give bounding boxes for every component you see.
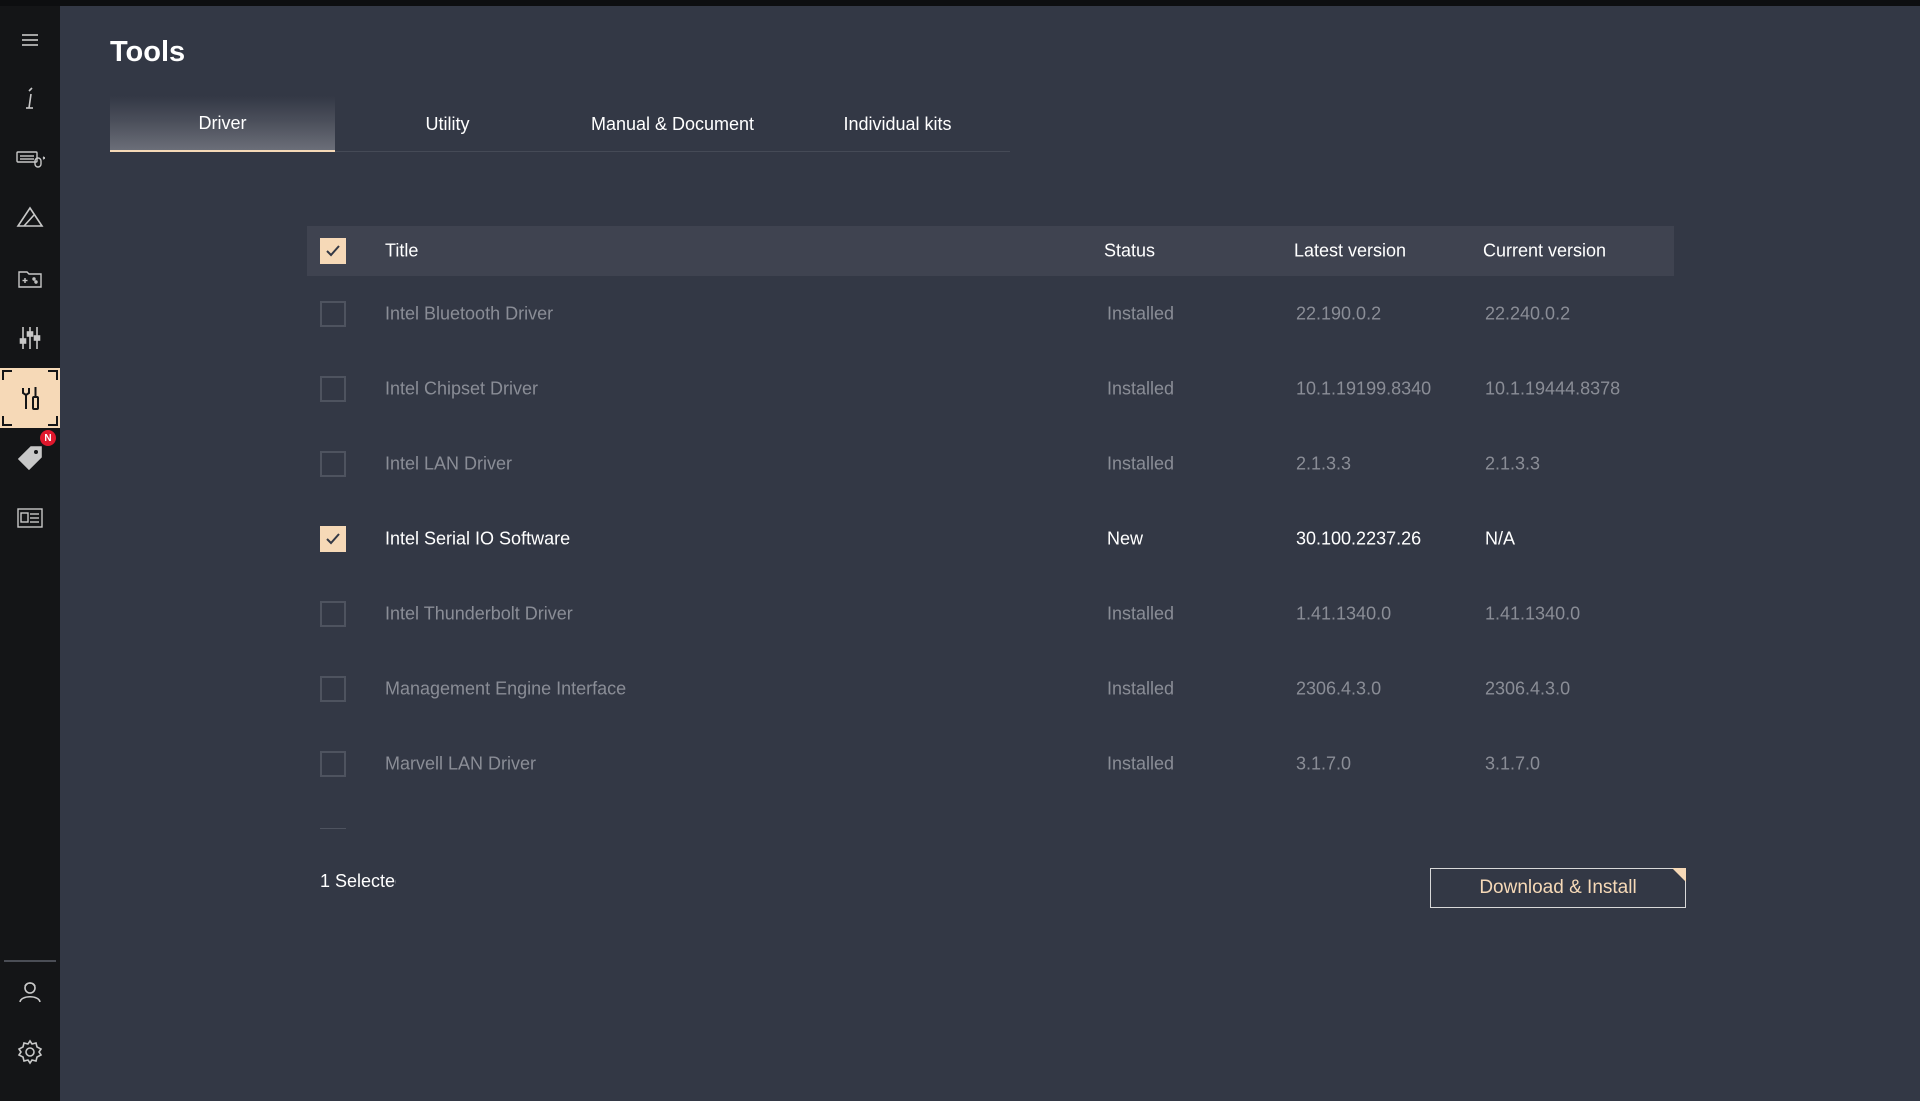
row-current-version: 1.41.1340.0: [1485, 603, 1581, 623]
row-title: Intel Thunderbolt Driver: [385, 603, 573, 623]
table-row[interactable]: Management Engine Interface Installed 23…: [307, 651, 1674, 726]
tab-utility[interactable]: Utility: [335, 96, 560, 152]
sidebar-item-tools[interactable]: [0, 368, 60, 428]
sidebar-item-settings-mixer[interactable]: [0, 308, 60, 368]
sidebar-item-settings[interactable]: [0, 1022, 60, 1082]
row-current-version: 10.1.19444.8378: [1485, 378, 1621, 398]
tab-manual-document[interactable]: Manual & Document: [560, 96, 785, 152]
row-checkbox[interactable]: [320, 525, 346, 552]
row-checkbox[interactable]: [320, 375, 346, 402]
row-latest-version: 1.41.1340.0: [1296, 603, 1392, 623]
header-latest-version[interactable]: Latest version: [1294, 241, 1406, 262]
row-latest-version: 10.1.19199.8340: [1296, 378, 1432, 398]
row-checkbox[interactable]: [320, 750, 346, 777]
row-latest-version: 30.100.2237.26: [1296, 528, 1422, 548]
select-all-checkbox[interactable]: [320, 238, 346, 264]
row-status: Installed: [1107, 453, 1175, 473]
table-row[interactable]: Intel Serial IO Software New 30.100.2237…: [307, 501, 1674, 576]
sidebar: N: [0, 6, 60, 1101]
row-checkbox[interactable]: [320, 675, 346, 702]
new-badge: N: [40, 430, 56, 446]
row-latest-version: 2.1.3.3: [1296, 453, 1352, 473]
row-title: Marvell LAN Driver: [385, 753, 537, 773]
row-status: Installed: [1107, 678, 1175, 698]
tag-icon: [17, 446, 42, 471]
checkmark-icon: [326, 245, 340, 257]
row-current-version: 2306.4.3.0: [1485, 678, 1571, 698]
row-checkbox[interactable]: [320, 600, 346, 627]
sidebar-item-promotions[interactable]: N: [0, 428, 60, 488]
row-status: Installed: [1107, 378, 1175, 398]
keyboard-mouse-icon: [16, 151, 45, 168]
tab-driver[interactable]: Driver: [110, 96, 335, 152]
row-title: Intel LAN Driver: [385, 453, 513, 473]
table-header: Title Status Latest version Current vers…: [307, 226, 1674, 276]
game-folder-icon: [18, 271, 42, 288]
menu-icon: [22, 34, 38, 46]
tab-bar: Driver Utility Manual & Document Individ…: [110, 96, 1010, 152]
sidebar-item-games[interactable]: [0, 248, 60, 308]
row-latest-version: 22.190.0.2: [1296, 303, 1382, 323]
shape-icon: [16, 206, 44, 227]
row-title: Management Engine Interface: [385, 678, 627, 698]
info-icon: [26, 87, 33, 109]
tools-icon: [22, 387, 39, 410]
user-support-icon: [19, 982, 41, 1003]
row-status: Installed: [1107, 753, 1175, 773]
table-row[interactable]: Intel LAN Driver Installed 2.1.3.3 2.1.3…: [307, 426, 1674, 501]
row-title: Intel Chipset Driver: [385, 378, 539, 398]
download-install-label: Download & Install: [1479, 877, 1637, 898]
row-current-version: 2.1.3.3: [1485, 453, 1541, 473]
table-row[interactable]: Intel Chipset Driver Installed 10.1.1919…: [307, 351, 1674, 426]
download-install-button[interactable]: Download & Install: [1430, 868, 1686, 908]
sidebar-item-info[interactable]: [0, 68, 60, 128]
row-latest-version: 3.1.7.0: [1296, 753, 1352, 773]
row-title: Intel Serial IO Software: [385, 528, 571, 548]
header-current-version[interactable]: Current version: [1483, 241, 1606, 262]
row-current-version: 3.1.7.0: [1485, 753, 1541, 773]
row-current-version: 22.240.0.2: [1485, 303, 1571, 323]
sliders-icon: [19, 327, 41, 349]
next-row-checkbox-edge: [320, 828, 346, 829]
button-corner-accent: [1672, 868, 1686, 882]
sidebar-item-news[interactable]: [0, 488, 60, 548]
window-top-bar: [0, 0, 1920, 6]
checkmark-icon: [326, 532, 340, 544]
sidebar-item-ai[interactable]: [0, 188, 60, 248]
header-title[interactable]: Title: [385, 241, 418, 262]
row-status: Installed: [1107, 303, 1175, 323]
sidebar-item-support[interactable]: [0, 962, 60, 1022]
table-row[interactable]: Intel Bluetooth Driver Installed 22.190.…: [307, 276, 1674, 351]
row-status: New: [1107, 528, 1144, 548]
row-current-version: N/A: [1485, 528, 1516, 548]
row-checkbox[interactable]: [320, 300, 346, 327]
row-status: Installed: [1107, 603, 1175, 623]
header-status[interactable]: Status: [1104, 241, 1155, 262]
sidebar-menu-button[interactable]: [0, 10, 60, 70]
row-latest-version: 2306.4.3.0: [1296, 678, 1382, 698]
gear-icon: [17, 1039, 43, 1065]
selected-count: 1 Selected: [320, 871, 396, 891]
news-icon: [17, 508, 43, 528]
row-title: Intel Bluetooth Driver: [385, 303, 554, 323]
row-checkbox[interactable]: [320, 450, 346, 477]
page-title: Tools: [110, 36, 186, 68]
tab-individual-kits[interactable]: Individual kits: [785, 96, 1010, 152]
table-row[interactable]: Marvell LAN Driver Installed 3.1.7.0 3.1…: [307, 726, 1674, 801]
sidebar-item-devices[interactable]: [0, 128, 60, 188]
table-row[interactable]: Intel Thunderbolt Driver Installed 1.41.…: [307, 576, 1674, 651]
